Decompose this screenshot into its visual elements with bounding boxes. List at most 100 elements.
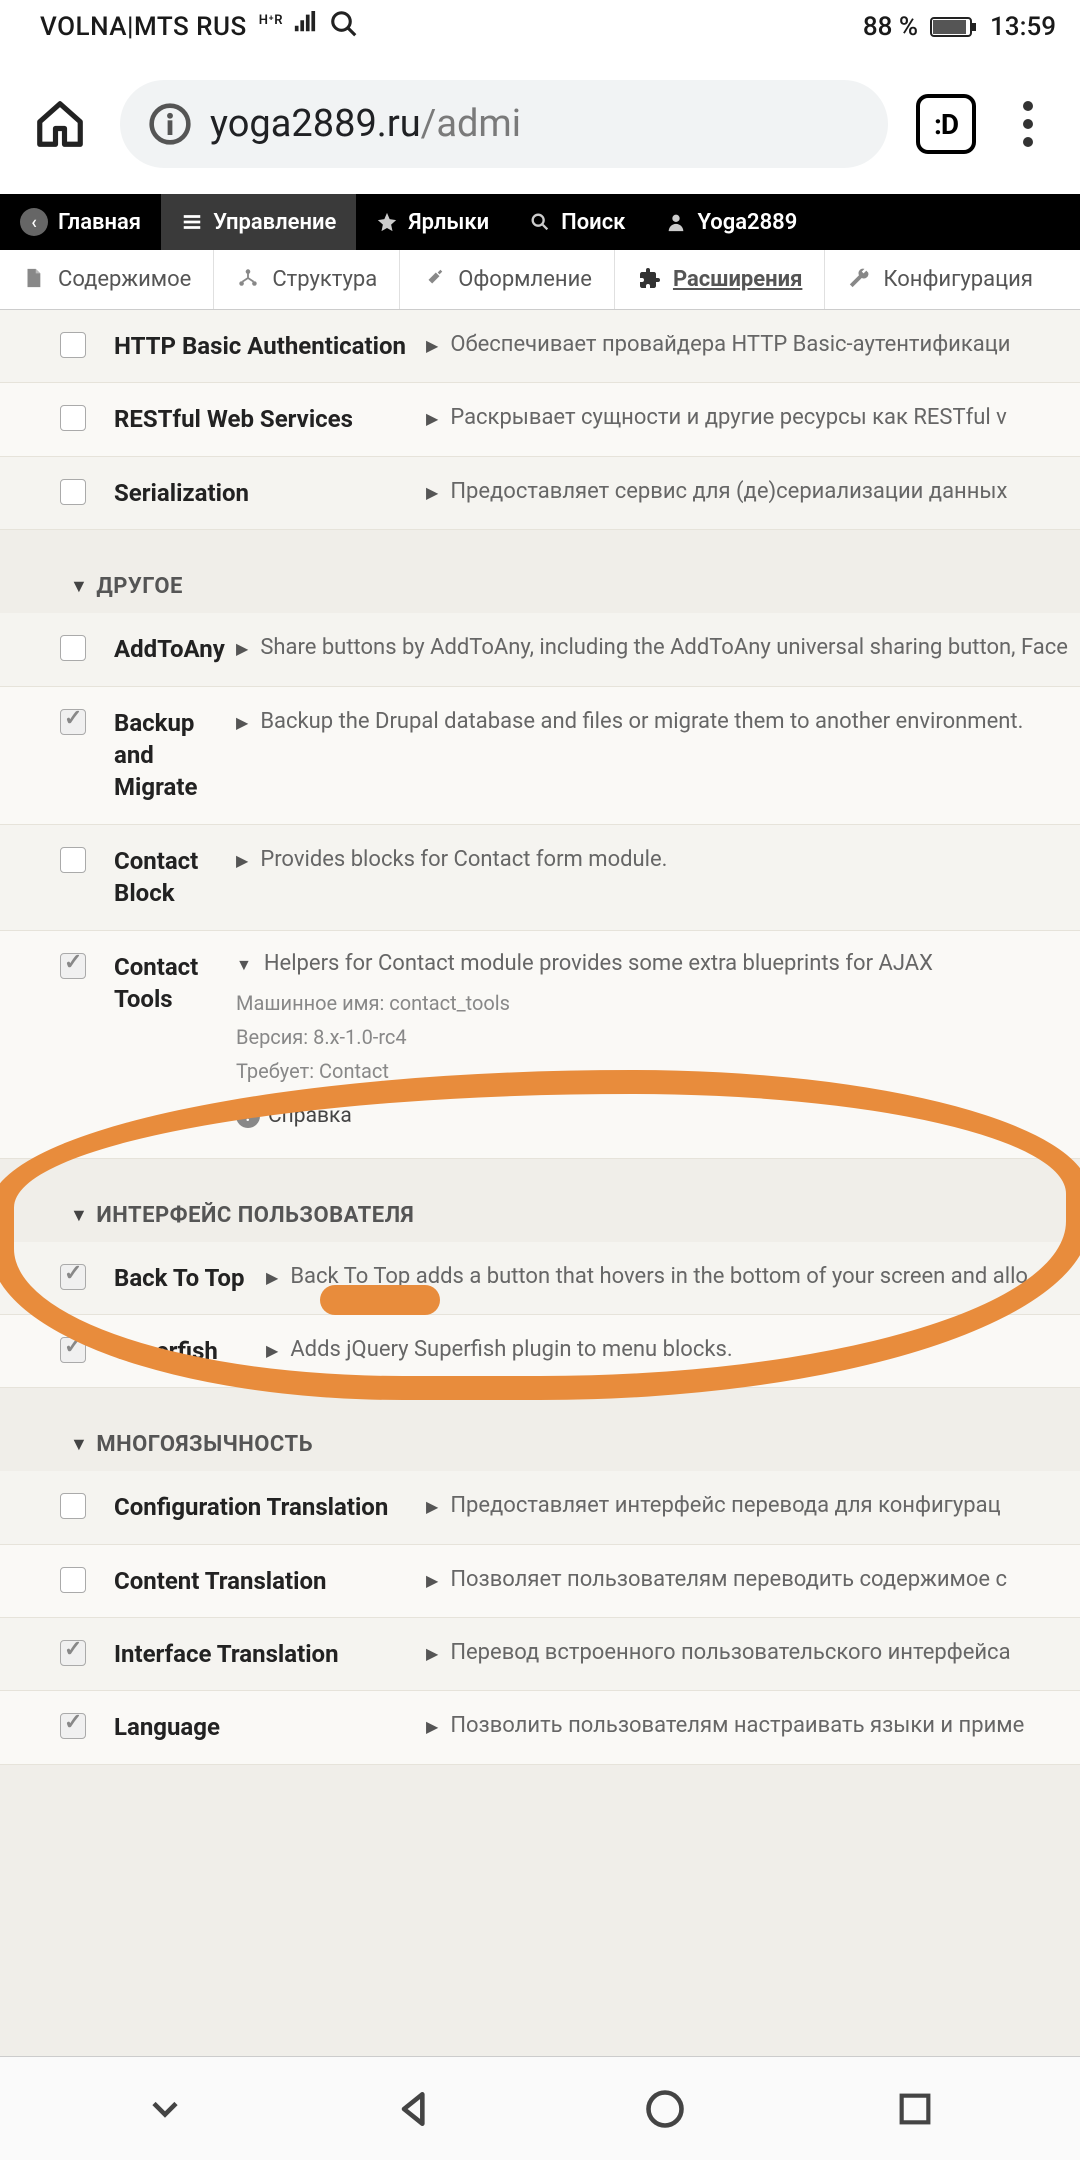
module-checkbox[interactable] xyxy=(60,953,86,979)
admin-shortcuts[interactable]: Ярлыки xyxy=(356,194,509,250)
module-machine-name: Машинное имя: contact_tools xyxy=(236,986,1080,1020)
module-checkbox[interactable] xyxy=(60,332,86,358)
module-row[interactable]: Interface Translation ▶Перевод встроенно… xyxy=(0,1618,1080,1691)
battery-percent: 88 % xyxy=(863,12,918,42)
nav-dropdown[interactable] xyxy=(137,2081,193,2137)
module-name: RESTful Web Services xyxy=(86,403,426,435)
module-checkbox[interactable] xyxy=(60,1264,86,1290)
clock: 13:59 xyxy=(990,12,1056,42)
tab-switcher[interactable]: :D xyxy=(916,94,976,154)
module-name: Configuration Translation xyxy=(86,1491,426,1523)
module-name: Back To Top xyxy=(86,1262,266,1294)
admin-search-label: Поиск xyxy=(561,210,625,235)
module-row-expanded[interactable]: Contact Tools ▼ Helpers for Contact modu… xyxy=(0,931,1080,1159)
module-checkbox[interactable] xyxy=(60,1713,86,1739)
module-version: Версия: 8.x-1.0-rc4 xyxy=(236,1020,1080,1054)
module-row[interactable]: HTTP Basic Authentication ▶Обеспечивает … xyxy=(0,310,1080,383)
search-icon xyxy=(329,9,359,46)
chevron-down-icon: ▼ xyxy=(70,1205,88,1226)
expand-icon[interactable]: ▶ xyxy=(426,1713,438,1736)
module-desc: Adds jQuery Superfish plugin to menu blo… xyxy=(290,1337,1080,1362)
admin-home-label: Главная xyxy=(58,210,141,235)
nav-back[interactable] xyxy=(387,2081,443,2137)
module-checkbox[interactable] xyxy=(60,1640,86,1666)
module-checkbox[interactable] xyxy=(60,1493,86,1519)
module-checkbox[interactable] xyxy=(60,709,86,735)
module-desc: Обеспечивает провайдера HTTP Basic-аутен… xyxy=(450,332,1080,357)
module-row[interactable]: Backup and Migrate ▶ Backup the Drupal da… xyxy=(0,687,1080,825)
admin-manage[interactable]: Управление xyxy=(161,194,356,250)
expand-icon[interactable]: ▶ xyxy=(426,1640,438,1663)
url-bar[interactable]: yoga2889.ru/admi xyxy=(120,80,888,168)
module-row[interactable]: Language ▶Позволить пользователям настра… xyxy=(0,1691,1080,1764)
expand-icon[interactable]: ▶ xyxy=(426,1493,438,1516)
site-info-icon[interactable] xyxy=(148,102,192,146)
module-row[interactable]: Content Translation ▶Позволяет пользоват… xyxy=(0,1545,1080,1618)
module-checkbox[interactable] xyxy=(60,405,86,431)
browser-toolbar: yoga2889.ru/admi :D xyxy=(0,54,1080,194)
admin-search[interactable]: Поиск xyxy=(509,194,645,250)
nav-recent[interactable] xyxy=(887,2081,943,2137)
tab-structure[interactable]: Структура xyxy=(214,250,400,309)
module-row[interactable]: Contact Block ▶Provides blocks for Conta… xyxy=(0,825,1080,931)
module-checkbox[interactable] xyxy=(60,847,86,873)
module-desc: Позволить пользователям настраивать язык… xyxy=(450,1713,1080,1738)
search-icon xyxy=(529,211,551,233)
section-header-multilang[interactable]: ▼ МНОГОЯЗЫЧНОСТЬ xyxy=(0,1388,1080,1471)
android-nav-bar xyxy=(0,2056,1080,2160)
module-row[interactable]: RESTful Web Services ▶ Раскрывает сущност… xyxy=(0,383,1080,456)
module-checkbox[interactable] xyxy=(60,1567,86,1593)
star-icon xyxy=(376,211,398,233)
structure-icon xyxy=(236,267,262,293)
module-checkbox[interactable] xyxy=(60,1337,86,1363)
module-desc: Раскрывает сущности и другие ресурсы как… xyxy=(450,405,1080,430)
section-header-ui[interactable]: ▼ ИНТЕРФЕЙС ПОЛЬЗОВАТЕЛЯ xyxy=(0,1159,1080,1242)
module-desc: Предоставляет сервис для (де)сериализаци… xyxy=(450,479,1080,504)
browser-menu-button[interactable] xyxy=(1004,101,1052,147)
module-row[interactable]: Superfish ▶ Adds jQuery Superfish plugin … xyxy=(0,1315,1080,1388)
module-desc: Backup the Drupal database and files or … xyxy=(260,709,1080,734)
module-desc: Back To Top adds a button that hovers in… xyxy=(290,1264,1080,1289)
expand-icon[interactable]: ▶ xyxy=(266,1264,278,1287)
wrench-icon xyxy=(847,267,873,293)
module-name: Content Translation xyxy=(86,1565,426,1597)
expand-icon[interactable]: ▶ xyxy=(266,1337,278,1360)
module-desc: Provides blocks for Contact form module. xyxy=(260,847,1080,872)
module-help-link[interactable]: ? Справка xyxy=(236,1104,1080,1128)
expand-icon[interactable]: ▶ xyxy=(426,405,438,428)
module-row[interactable]: Back To Top ▶ Back To Top adds a button t… xyxy=(0,1242,1080,1315)
expand-icon[interactable]: ▶ xyxy=(236,635,248,658)
expand-icon[interactable]: ▶ xyxy=(236,847,248,870)
home-button[interactable] xyxy=(28,92,92,156)
module-name: AddToAny xyxy=(86,633,236,665)
module-name: Superfish xyxy=(86,1335,266,1367)
admin-user[interactable]: Yoga2889 xyxy=(645,194,817,250)
module-row[interactable]: Serialization ▶ Предоставляет сервис для … xyxy=(0,457,1080,530)
module-row[interactable]: Configuration Translation ▶Предоставляет… xyxy=(0,1471,1080,1544)
module-name: Serialization xyxy=(86,477,426,509)
tab-appearance[interactable]: Оформление xyxy=(400,250,615,309)
expand-icon[interactable]: ▶ xyxy=(236,709,248,732)
chevron-down-icon: ▼ xyxy=(70,1434,88,1455)
hamburger-icon xyxy=(181,211,203,233)
signal-icon xyxy=(293,11,319,44)
admin-back[interactable]: ‹ Главная xyxy=(0,194,161,250)
module-checkbox[interactable] xyxy=(60,635,86,661)
tab-config[interactable]: Конфигурация xyxy=(825,250,1055,309)
nav-home[interactable] xyxy=(637,2081,693,2137)
tab-extend[interactable]: Расширения xyxy=(615,250,825,309)
file-icon xyxy=(22,267,48,293)
collapse-icon[interactable]: ▼ xyxy=(236,951,252,976)
puzzle-icon xyxy=(637,267,663,293)
module-checkbox[interactable] xyxy=(60,479,86,505)
expand-icon[interactable]: ▶ xyxy=(426,1567,438,1590)
section-header-other[interactable]: ▼ ДРУГОЕ xyxy=(0,530,1080,613)
expand-icon[interactable]: ▶ xyxy=(426,479,438,502)
module-requires: Требует: Contact xyxy=(236,1054,1080,1088)
module-row[interactable]: AddToAny ▶Share buttons by AddToAny, inc… xyxy=(0,613,1080,686)
admin-user-label: Yoga2889 xyxy=(697,210,797,235)
tab-content[interactable]: Содержимое xyxy=(0,250,214,309)
expand-icon[interactable]: ▶ xyxy=(426,332,438,355)
module-name: Backup and Migrate xyxy=(86,707,236,804)
admin-secondary-tabs: Содержимое Структура Оформление Расширен… xyxy=(0,250,1080,310)
